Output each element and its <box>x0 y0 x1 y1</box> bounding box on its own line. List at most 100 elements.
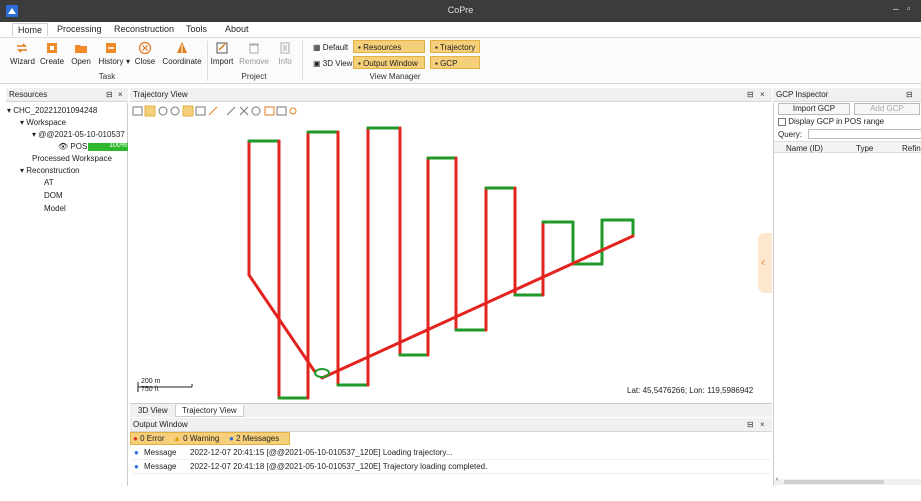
tab-tools[interactable]: Tools <box>186 24 207 34</box>
eye-icon[interactable]: 👁 <box>58 142 68 151</box>
messages-filter[interactable]: ● 2 Messages <box>229 434 279 443</box>
output-row-type: Message <box>144 448 177 457</box>
collapse-icon[interactable]: ▾ <box>20 166 24 175</box>
default-layout-icon: ▦ <box>313 43 321 52</box>
view-3d-button[interactable]: ▣ 3D View <box>308 56 357 69</box>
restore-icon[interactable]: ▫ <box>907 4 911 15</box>
coordinate-button[interactable]: Coordinate <box>160 41 204 66</box>
tab-home[interactable]: Home <box>12 23 49 36</box>
open-label: Open <box>71 57 91 66</box>
history-dropdown-icon[interactable]: ▾ <box>125 57 131 66</box>
output-window-icon: ▪ <box>358 59 361 68</box>
trajectory-canvas[interactable] <box>130 119 772 402</box>
history-button[interactable]: History <box>97 41 125 66</box>
tree-item-pos[interactable]: 👁 POS <box>58 142 87 151</box>
close-circle-icon <box>138 41 152 55</box>
col-refine[interactable]: Refin <box>902 144 921 153</box>
tree-item-workspace[interactable]: ▾ Workspace <box>20 118 66 127</box>
trajectory-icon: ▪ <box>435 43 438 52</box>
close-panel-icon[interactable]: × <box>760 418 765 431</box>
resources-panel-title: Resources <box>9 90 48 99</box>
pin-icon[interactable]: ⊟ <box>747 88 754 101</box>
view-default-button[interactable]: ▦ Default <box>308 40 353 53</box>
info-doc-icon <box>280 42 290 54</box>
remove-button[interactable]: Remove <box>239 41 269 66</box>
chevron-left-icon: ‹ <box>761 255 765 269</box>
scale-label-feet: 750 ft <box>141 386 159 393</box>
ribbon-separator <box>302 41 303 81</box>
add-gcp-button[interactable]: Add GCP <box>854 103 920 115</box>
tab-3d-view[interactable]: 3D View <box>132 405 174 416</box>
tree-item-project[interactable]: ▾ CHC_20221201094248 <box>7 106 97 115</box>
wizard-button[interactable]: Wizard <box>10 41 35 66</box>
col-name-id[interactable]: Name (ID) <box>786 144 823 153</box>
view-resources-button[interactable]: ▪ Resources <box>353 40 425 53</box>
import-button[interactable]: Import <box>209 41 235 66</box>
tree-item-reconstruction[interactable]: ▾ Reconstruction <box>20 166 80 175</box>
history-icon <box>106 43 116 53</box>
tree-item-at[interactable]: AT <box>44 178 54 187</box>
collapse-icon[interactable]: ▾ <box>7 106 11 115</box>
view-output-window-button[interactable]: ▪ Output Window <box>353 56 425 69</box>
collapse-icon[interactable]: ▾ <box>20 118 24 127</box>
close-panel-icon[interactable]: × <box>760 88 765 101</box>
pin-icon[interactable]: ⊟ <box>106 88 113 101</box>
tab-processing[interactable]: Processing <box>57 24 102 34</box>
query-input[interactable] <box>808 129 921 139</box>
tab-trajectory-view[interactable]: Trajectory View <box>175 405 244 417</box>
title-bar: CoPre – ▫ <box>0 0 921 22</box>
gcp-panel-header: GCP Inspector ⊟ <box>773 88 921 102</box>
output-row-text: 2022-12-07 20:41:18 [@@2021-05-10-010537… <box>190 462 488 471</box>
tree-item-dom[interactable]: DOM <box>44 191 63 200</box>
gcp-table-header: Name (ID) Type Refin <box>774 141 921 153</box>
import-gcp-button[interactable]: Import GCP <box>778 103 850 115</box>
trajectory-tools-icon[interactable] <box>130 103 772 119</box>
gcp-icon: ▪ <box>435 59 438 68</box>
info-icon: ● <box>229 434 234 443</box>
pin-icon[interactable]: ⊟ <box>906 88 913 101</box>
warning-icon: ▲ <box>173 434 181 443</box>
create-icon <box>47 43 57 53</box>
create-button[interactable]: Create <box>40 41 64 66</box>
close-button[interactable]: Close <box>134 41 156 66</box>
coordinate-label: Coordinate <box>162 57 202 66</box>
view-tabs: 3D View Trajectory View <box>130 403 772 417</box>
trajectory-plot[interactable] <box>130 119 772 402</box>
create-label: Create <box>40 57 65 66</box>
takeoff-loop <box>314 368 330 378</box>
horizontal-scrollbar[interactable]: ‹ <box>774 476 921 485</box>
output-panel-title: Output Window <box>133 420 188 429</box>
open-button[interactable]: Open <box>70 41 92 66</box>
output-row[interactable]: ● Message 2022-12-07 20:41:18 [@@2021-05… <box>132 460 770 474</box>
scroll-left-icon[interactable]: ‹ <box>776 476 778 483</box>
info-button[interactable]: Info <box>274 41 296 66</box>
view-gcp-button[interactable]: ▪ GCP <box>430 56 480 69</box>
collapse-side-tab[interactable]: ‹ <box>758 233 772 293</box>
warning-filter[interactable]: ▲ 0 Warning <box>173 434 219 443</box>
error-filter[interactable]: ● 0 Error <box>133 434 165 443</box>
collapse-icon[interactable]: ▾ <box>32 130 36 139</box>
minimize-icon[interactable]: – <box>893 4 899 15</box>
tab-reconstruction[interactable]: Reconstruction <box>114 24 174 34</box>
query-label: Query: <box>778 130 803 139</box>
tree-item-model[interactable]: Model <box>44 204 66 213</box>
view-resources-label: Resources <box>363 43 402 52</box>
tree-item-processed-workspace[interactable]: Processed Workspace <box>32 154 112 163</box>
col-type[interactable]: Type <box>856 144 873 153</box>
view-3d-label: 3D View <box>322 59 353 68</box>
error-icon: ● <box>133 434 138 443</box>
scrollbar-thumb[interactable] <box>784 480 884 484</box>
view-trajectory-button[interactable]: ▪ Trajectory <box>430 40 480 53</box>
pin-icon[interactable]: ⊟ <box>747 418 754 431</box>
close-panel-icon[interactable]: × <box>118 88 123 101</box>
view-gcp-label: GCP <box>440 59 458 68</box>
display-gcp-checkbox[interactable]: Display GCP in POS range <box>778 117 884 126</box>
3d-view-icon: ▣ <box>313 59 321 68</box>
output-row[interactable]: ● Message 2022-12-07 20:41:15 [@@2021-05… <box>132 446 770 460</box>
menu-bar: Home Processing Reconstruction Tools Abo… <box>0 22 921 38</box>
tab-about[interactable]: About <box>225 24 249 34</box>
ribbon-separator <box>207 41 208 81</box>
tree-item-flight[interactable]: ▾ @@2021-05-10-010537 <box>32 130 125 139</box>
status-bar <box>0 487 921 501</box>
checkbox-icon[interactable] <box>778 117 786 126</box>
